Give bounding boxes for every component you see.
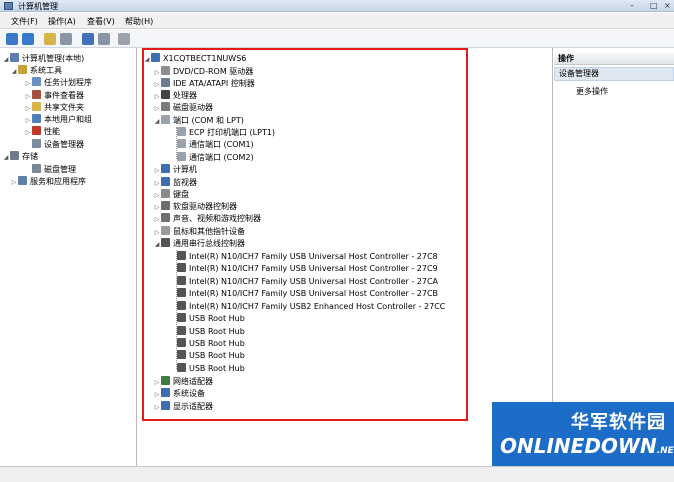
tree-item-left-0[interactable]: ◢ 计算机管理(本地) bbox=[2, 53, 84, 65]
tree-item-left-4[interactable]: ▷ 共享文件夹 bbox=[24, 102, 84, 114]
computer-management-icon bbox=[4, 2, 13, 10]
tree-item-label: 本地用户和组 bbox=[44, 115, 92, 124]
tree-item-label: 任务计划程序 bbox=[44, 78, 92, 87]
tree-item-left-10[interactable]: ▷ 服务和应用程序 bbox=[10, 176, 86, 188]
watermark-en: ONLINEDOWN bbox=[500, 434, 657, 458]
tree-item-label: 性能 bbox=[44, 127, 60, 136]
show-tree-icon[interactable] bbox=[60, 33, 72, 45]
tree-item-label: 事件查看器 bbox=[44, 91, 84, 100]
expand-arrow-icon[interactable]: ▷ bbox=[10, 177, 18, 189]
tree-item-left-1[interactable]: ◢ 系统工具 bbox=[10, 65, 62, 77]
services-icon bbox=[18, 176, 27, 185]
expand-arrow-icon[interactable]: ▷ bbox=[24, 78, 32, 90]
collapse-arrow-icon[interactable]: ◢ bbox=[2, 152, 10, 164]
tree-item-label: 系统工具 bbox=[30, 66, 62, 75]
actions-header: 操作 bbox=[554, 52, 674, 65]
collapse-arrow-icon[interactable]: ◢ bbox=[2, 54, 10, 66]
tree-item-left-2[interactable]: ▷ 任务计划程序 bbox=[24, 77, 92, 89]
collapse-arrow-icon[interactable]: ◢ bbox=[10, 66, 18, 78]
title-bar: 计算机管理 – □ × bbox=[0, 0, 674, 12]
watermark-cn-text: 华军软件园 bbox=[571, 412, 666, 433]
tree-item-left-8[interactable]: ◢ 存储 bbox=[2, 151, 38, 163]
performance-icon bbox=[32, 126, 41, 135]
menu-help[interactable]: 帮助(H) bbox=[125, 16, 153, 27]
more-actions-link[interactable]: 更多操作 bbox=[576, 86, 608, 97]
tree-item-left-3[interactable]: ▷ 事件查看器 bbox=[24, 90, 84, 102]
toolbar bbox=[0, 30, 674, 48]
status-bar bbox=[0, 466, 674, 482]
minimize-icon[interactable]: – bbox=[630, 1, 634, 10]
tree-item-label: 计算机管理(本地) bbox=[22, 54, 85, 63]
disk-icon bbox=[32, 164, 41, 173]
watermark-logo: 华军软件园 ONLINEDOWN.NET bbox=[492, 402, 674, 466]
tree-item-left-9[interactable]: 磁盘管理 bbox=[24, 164, 76, 176]
storage-icon bbox=[10, 151, 19, 160]
tools-icon bbox=[18, 65, 27, 74]
properties-icon[interactable] bbox=[98, 33, 110, 45]
clock-icon bbox=[32, 77, 41, 86]
event-viewer-icon bbox=[32, 90, 41, 99]
close-icon[interactable]: × bbox=[664, 1, 671, 10]
forward-icon[interactable] bbox=[22, 33, 34, 45]
tree-item-label: 设备管理器 bbox=[44, 140, 84, 149]
menu-view[interactable]: 查看(V) bbox=[87, 16, 115, 27]
tree-item-label: 磁盘管理 bbox=[44, 165, 76, 174]
highlight-box bbox=[142, 48, 468, 421]
watermark-en-text: ONLINEDOWN.NET bbox=[500, 434, 674, 458]
navigation-tree: ◢ 计算机管理(本地) ◢ 系统工具 ▷ 任务计划程序 ▷ 事件查看器 ▷ 共享文件夹 ▷ 本地用户和… bbox=[0, 48, 137, 466]
tree-item-left-7[interactable]: 设备管理器 bbox=[24, 139, 84, 151]
menu-action[interactable]: 操作(A) bbox=[48, 16, 76, 27]
computer-management-icon bbox=[10, 53, 19, 62]
up-folder-icon[interactable] bbox=[44, 33, 56, 45]
tree-item-label: 服务和应用程序 bbox=[30, 177, 86, 186]
help-icon[interactable] bbox=[82, 33, 94, 45]
menu-file[interactable]: 文件(F) bbox=[11, 16, 38, 27]
tree-item-label: 存储 bbox=[22, 152, 38, 161]
scan-hardware-icon[interactable] bbox=[118, 33, 130, 45]
maximize-icon[interactable]: □ bbox=[650, 1, 658, 10]
actions-selected-item[interactable]: 设备管理器 bbox=[554, 67, 674, 81]
users-icon bbox=[32, 114, 41, 123]
menu-bar: 文件(F) 操作(A) 查看(V) 帮助(H) bbox=[0, 13, 674, 29]
shared-folder-icon bbox=[32, 102, 41, 111]
expand-arrow-icon[interactable]: ▷ bbox=[24, 127, 32, 139]
device-manager-icon bbox=[32, 139, 41, 148]
tree-item-left-5[interactable]: ▷ 本地用户和组 bbox=[24, 114, 92, 126]
watermark-net: .NET bbox=[656, 446, 674, 456]
tree-item-left-6[interactable]: ▷ 性能 bbox=[24, 126, 60, 138]
tree-item-label: 共享文件夹 bbox=[44, 103, 84, 112]
back-icon[interactable] bbox=[6, 33, 18, 45]
window-title: 计算机管理 bbox=[18, 2, 58, 11]
